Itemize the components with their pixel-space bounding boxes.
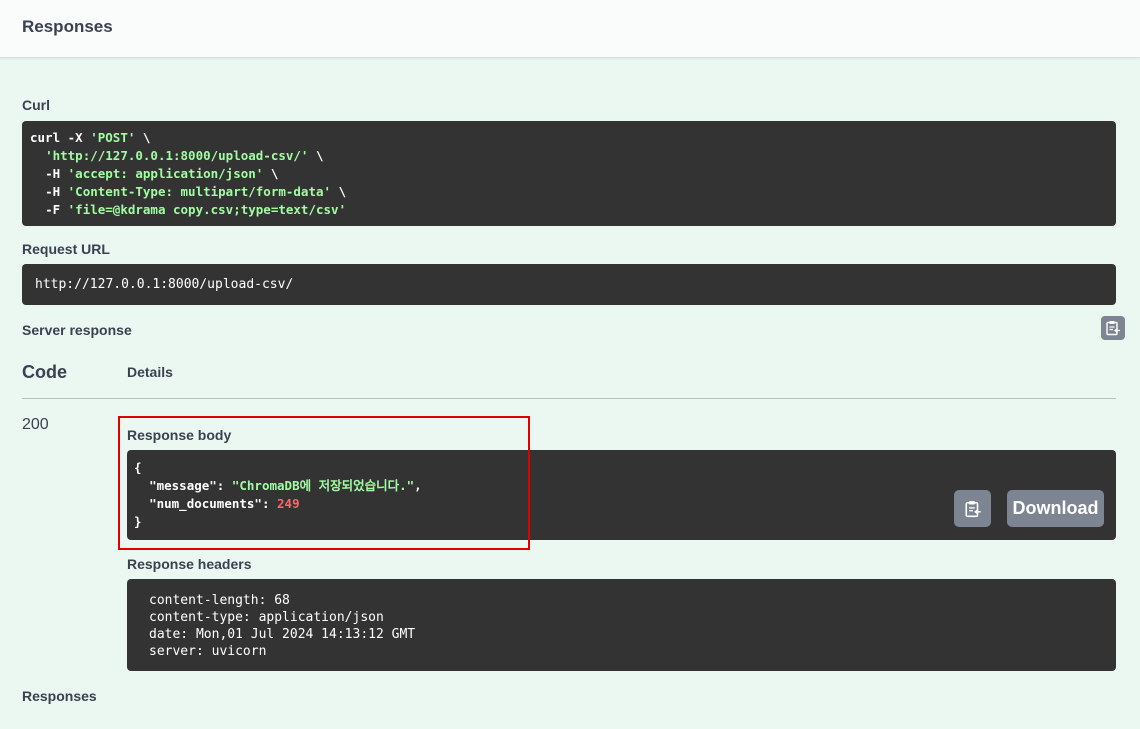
curl-line1-cmd: curl -X: [30, 130, 91, 145]
details-column-header: Details: [127, 364, 173, 380]
curl-code: curl -X 'POST' \ 'http://127.0.0.1:8000/…: [30, 129, 346, 219]
request-url-block[interactable]: http://127.0.0.1:8000/upload-csv/: [22, 264, 1116, 305]
header-line: content-type: application/json: [149, 610, 384, 625]
curl-line4-flag: -H: [45, 184, 68, 199]
curl-label: Curl: [22, 97, 50, 113]
header-line: date: Mon,01 Jul 2024 14:13:12 GMT: [149, 627, 416, 642]
server-response-label: Server response: [22, 322, 132, 338]
curl-code-block[interactable]: curl -X 'POST' \ 'http://127.0.0.1:8000/…: [22, 121, 1125, 340]
download-button[interactable]: Download: [1007, 490, 1104, 527]
curl-line4-cont: \: [331, 184, 347, 199]
response-headers-text: content-length: 68 content-type: applica…: [149, 592, 415, 660]
clipboard-copy-icon: [964, 500, 981, 517]
response-headers-label: Response headers: [127, 556, 252, 572]
highlight-annotation: [118, 416, 530, 550]
code-column-header: Code: [22, 362, 67, 382]
responses-footer-label: Responses: [22, 688, 97, 704]
curl-line1-method: 'POST': [90, 130, 136, 145]
curl-line3-val: 'accept: application/json': [67, 166, 264, 181]
header-line: content-length: 68: [149, 593, 290, 608]
header-line: server: uvicorn: [149, 644, 267, 659]
curl-line5-flag: -F: [45, 202, 68, 217]
curl-line3-flag: -H: [45, 166, 68, 181]
curl-line4-val: 'Content-Type: multipart/form-data': [67, 184, 332, 199]
curl-line2-url: 'http://127.0.0.1:8000/upload-csv/': [45, 148, 309, 163]
request-url-value: http://127.0.0.1:8000/upload-csv/: [35, 277, 294, 292]
curl-line5-val: 'file=@kdrama copy.csv;type=text/csv': [67, 202, 347, 217]
curl-line2-cont: \: [308, 148, 324, 163]
responses-header: Responses: [0, 0, 1140, 58]
response-headers-block[interactable]: content-length: 68 content-type: applica…: [127, 579, 1116, 671]
response-status-code: 200: [22, 416, 49, 433]
clipboard-copy-icon: [1106, 321, 1120, 336]
request-url-label: Request URL: [22, 241, 110, 257]
table-divider: [22, 398, 1116, 399]
curl-line3-cont: \: [263, 166, 279, 181]
response-copy-button[interactable]: [954, 490, 991, 527]
curl-line1-cont: \: [135, 130, 151, 145]
curl-copy-button[interactable]: [1101, 316, 1125, 340]
responses-header-title: Responses: [22, 17, 113, 36]
